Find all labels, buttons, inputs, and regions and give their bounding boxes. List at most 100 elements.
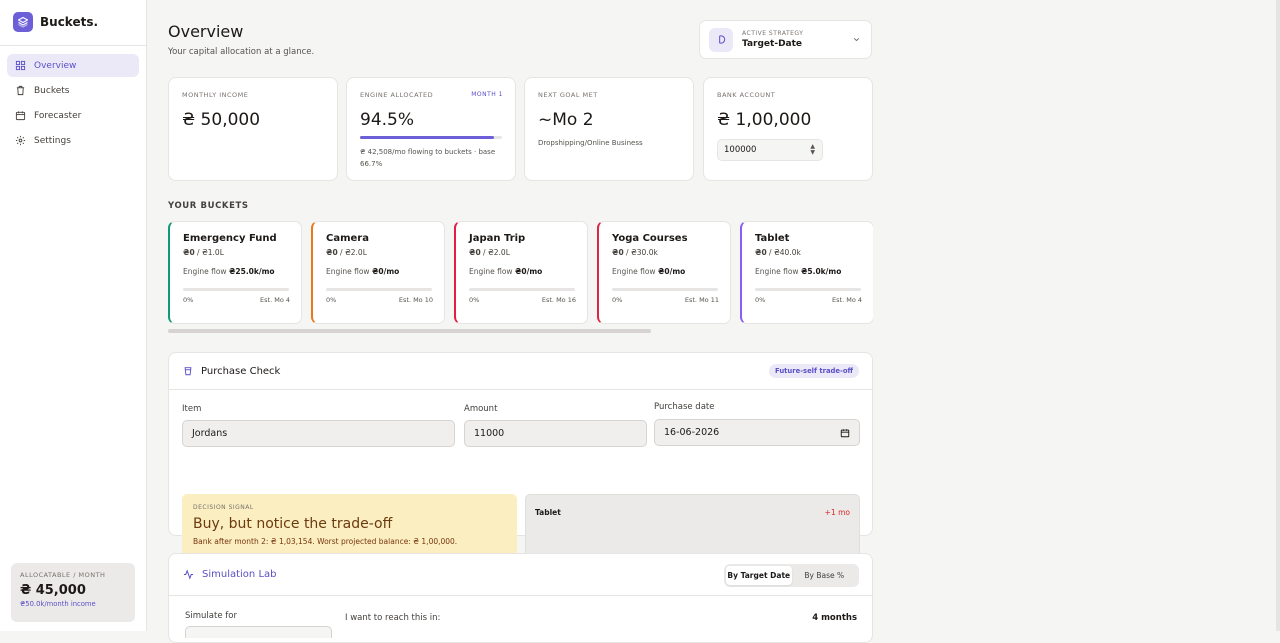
bucket-progress-bar — [183, 288, 289, 291]
stat-value: ₴ 50,000 — [182, 110, 261, 130]
bucket-card[interactable]: Yoga Courses ₴0 / ₴30.0k Engine flow ₴0/… — [597, 221, 731, 324]
tab-by-target-date[interactable]: By Target Date — [726, 566, 792, 585]
purchase-date-input[interactable]: 16-06-2026 — [654, 419, 860, 446]
bank-account-card: Bank Account ₴ 1,00,000 100000 ▲ ▼ — [703, 77, 873, 181]
simulate-for-label: Simulate for — [185, 611, 237, 621]
bucket-target: ₴40.0k — [773, 248, 801, 257]
bucket-name: Emergency Fund — [183, 233, 277, 244]
bucket-progress-bar — [755, 288, 861, 291]
bucket-target: ₴1.0L — [201, 248, 224, 257]
bucket-flow: Engine flow ₴0/mo — [612, 267, 718, 276]
sidebar-nav: Overview Buckets Forecaster Settings — [7, 54, 139, 154]
sidebar-item-overview[interactable]: Overview — [7, 54, 139, 77]
engine-progress-fill — [360, 136, 495, 139]
bucket-footer: 0% Est. Mo 4 — [183, 296, 290, 304]
main-content: Overview Your capital allocation at a gl… — [168, 0, 873, 643]
bucket-estimate: Est. Mo 10 — [398, 296, 433, 304]
months-value: 4 months — [812, 613, 857, 623]
page-scrollbar[interactable] — [1276, 0, 1280, 631]
sidebar-divider — [0, 45, 146, 46]
calendar-icon[interactable] — [840, 428, 850, 438]
bucket-flow: Engine flow ₴0/mo — [326, 267, 432, 276]
purchase-check-panel: Purchase Check Future-self trade-off Ite… — [168, 352, 873, 561]
bucket-progress-bar — [469, 288, 575, 291]
purchase-check-header: Purchase Check Future-self trade-off — [169, 353, 872, 390]
bucket-saved: ₴0 — [183, 248, 195, 257]
bucket-name: Camera — [326, 233, 369, 244]
bucket-name: Japan Trip — [469, 233, 526, 244]
item-input[interactable]: Jordans — [182, 420, 455, 447]
buckets-row: Emergency Fund ₴0 / ₴1.0L Engine flow ₴2… — [168, 221, 873, 325]
bucket-impact: Tablet +1 mo — [525, 494, 860, 561]
simulation-mode-toggle: By Target Date By Base % — [724, 564, 859, 587]
bucket-card[interactable]: Camera ₴0 / ₴2.0L Engine flow ₴0/mo 0% Es… — [311, 221, 445, 324]
app-name: Buckets. — [40, 15, 99, 29]
bucket-flow: Engine flow ₴25.0k/mo — [183, 267, 289, 276]
gear-icon — [15, 135, 26, 146]
simulation-lab-header: Simulation Lab By Target Date By Base % — [169, 554, 872, 596]
bucket-flow-value: ₴0/mo — [514, 267, 543, 276]
sidebar-item-label: Settings — [34, 135, 71, 146]
page-title: Overview — [168, 22, 244, 41]
strategy-text: Active Strategy Target-Date — [742, 30, 803, 49]
bucket-card[interactable]: Emergency Fund ₴0 / ₴1.0L Engine flow ₴2… — [168, 221, 302, 324]
amount-value: 11000 — [474, 428, 505, 439]
bucket-amount: ₴0 / ₴40.0k — [755, 248, 801, 257]
amount-input[interactable]: 11000 — [464, 420, 647, 447]
bucket-estimate: Est. Mo 4 — [832, 296, 862, 304]
impact-bucket-name: Tablet — [535, 508, 561, 517]
bucket-estimate: Est. Mo 11 — [684, 296, 719, 304]
stat-value: ₴ 1,00,000 — [717, 110, 812, 130]
sidebar-item-buckets[interactable]: Buckets — [7, 79, 139, 102]
strategy-selector[interactable]: Active Strategy Target-Date — [699, 20, 872, 59]
bucket-name: Yoga Courses — [612, 233, 688, 244]
tab-by-base-percent[interactable]: By Base % — [792, 566, 858, 585]
bucket-card[interactable]: Japan Trip ₴0 / ₴2.0L Engine flow ₴0/mo … — [454, 221, 588, 324]
stat-label: Next Goal Met — [538, 91, 598, 99]
app-logo[interactable]: Buckets. — [13, 12, 98, 32]
next-goal-card: Next Goal Met ~Mo 2 Dropshipping/Online … — [524, 77, 694, 181]
purchase-date-label: Purchase date — [654, 402, 715, 412]
engine-progress-bar — [360, 136, 502, 139]
sidebar-item-settings[interactable]: Settings — [7, 129, 139, 152]
stat-value: ~Mo 2 — [538, 110, 594, 130]
buckets-scrollbar[interactable] — [168, 329, 651, 333]
bucket-footer: 0% Est. Mo 11 — [612, 296, 719, 304]
allocatable-value: ₴ 45,000 — [20, 583, 86, 598]
reach-in-label: I want to reach this in: — [345, 613, 441, 623]
page-subtitle: Your capital allocation at a glance. — [168, 47, 315, 57]
sidebar-item-forecaster[interactable]: Forecaster — [7, 104, 139, 127]
decision-signal: Decision Signal Buy, but notice the trad… — [182, 494, 517, 561]
bank-balance-input[interactable]: 100000 ▲ ▼ — [717, 139, 823, 161]
bucket-flow: Engine flow ₴0/mo — [469, 267, 575, 276]
bucket-flow-label: Engine flow — [755, 267, 799, 276]
sidebar-item-label: Buckets — [34, 85, 70, 96]
spinner-arrows-icon[interactable]: ▲ ▼ — [810, 144, 815, 156]
trash-icon — [16, 85, 25, 96]
grid-icon — [15, 60, 26, 71]
stat-sub: Dropshipping/Online Business — [538, 139, 643, 147]
signal-label: Decision Signal — [193, 504, 254, 511]
bucket-saved: ₴0 — [326, 248, 338, 257]
bucket-saved: ₴0 — [469, 248, 481, 257]
bucket-card[interactable]: Tablet ₴0 / ₴40.0k Engine flow ₴5.0k/mo … — [740, 221, 873, 324]
stat-label: Bank Account — [717, 91, 776, 99]
purchase-check-title: Purchase Check — [201, 365, 281, 377]
allocatable-sub: ₴50.0k/month income — [20, 600, 96, 608]
bucket-flow-label: Engine flow — [326, 267, 370, 276]
amount-label: Amount — [464, 404, 498, 414]
sidebar: Buckets. Overview Buckets Forecaster Set… — [0, 0, 147, 631]
signal-title: Buy, but notice the trade-off — [193, 516, 393, 532]
simulation-lab-panel: Simulation Lab By Target Date By Base % … — [168, 553, 873, 643]
bucket-percent: 0% — [755, 296, 766, 304]
impact-delay: +1 mo — [824, 508, 850, 517]
buckets-section-title: Your Buckets — [168, 201, 249, 211]
simulate-for-select[interactable] — [185, 626, 332, 638]
bucket-amount: ₴0 / ₴1.0L — [183, 248, 224, 257]
bucket-name: Tablet — [755, 233, 790, 244]
stat-label: Monthly Income — [182, 91, 249, 99]
monthly-income-card: Monthly Income ₴ 50,000 — [168, 77, 338, 181]
bucket-amount: ₴0 / ₴2.0L — [326, 248, 367, 257]
cup-icon — [184, 367, 192, 376]
item-value: Jordans — [192, 428, 228, 439]
